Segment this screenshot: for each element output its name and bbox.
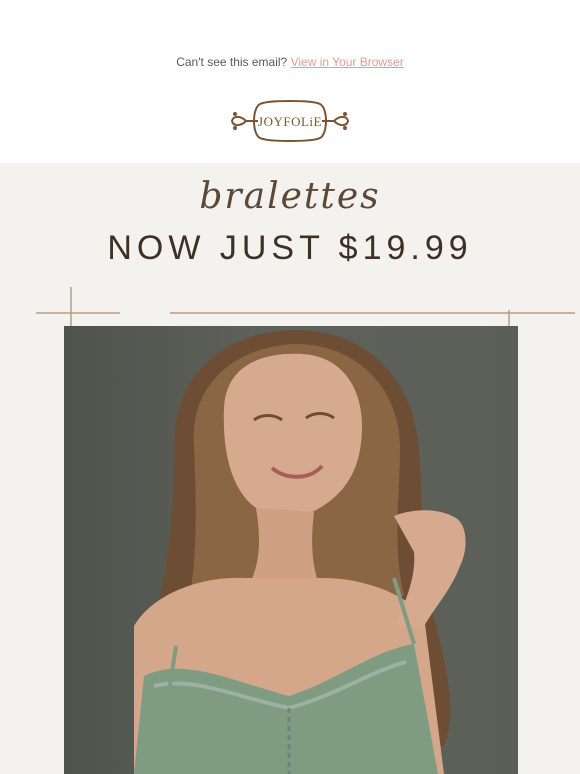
decor-line-top-right [170, 312, 575, 314]
script-title: bralettes [199, 176, 381, 217]
model-photo-icon [134, 330, 466, 774]
view-in-browser-link[interactable]: View in Your Browser [291, 55, 404, 69]
promo-section: bralettes NOW JUST $19.99 [0, 163, 580, 774]
logo-text: JOYFOLiE [258, 113, 322, 129]
model-photo[interactable] [64, 326, 518, 774]
headline: NOW JUST $19.99 [107, 229, 473, 267]
preheader-text: Can't see this email? [176, 55, 288, 69]
brand-logo[interactable]: JOYFOLiE [228, 98, 352, 144]
preheader: Can't see this email? View in Your Brows… [0, 55, 580, 69]
decor-line-top-left [36, 312, 120, 314]
